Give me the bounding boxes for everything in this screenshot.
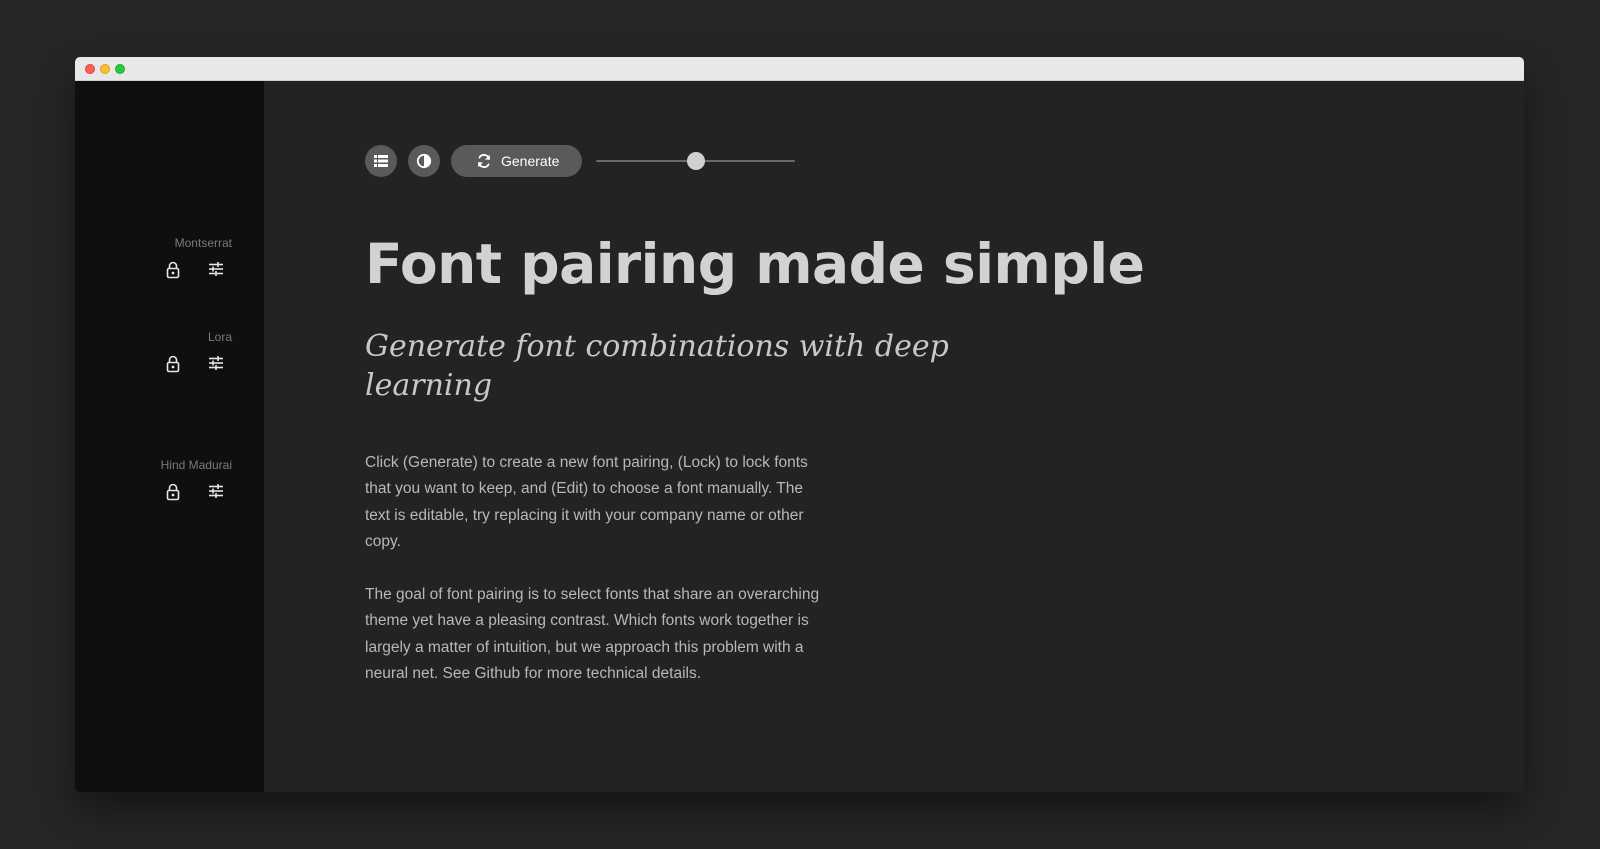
- preview-area: Generate Font pairing made simple Genera…: [264, 81, 1524, 792]
- tune-icon[interactable]: [208, 355, 226, 373]
- minimize-window-button[interactable]: [100, 64, 110, 74]
- font-entry-subheading: Lora: [75, 330, 232, 373]
- contrast-icon: [416, 153, 432, 169]
- page-heading[interactable]: Font pairing made simple: [365, 231, 1145, 297]
- lock-icon[interactable]: [165, 261, 183, 279]
- font-name-label: Montserrat: [174, 236, 232, 250]
- tune-icon[interactable]: [208, 261, 226, 279]
- font-name-label: Hind Madurai: [160, 458, 232, 472]
- close-window-button[interactable]: [85, 64, 95, 74]
- refresh-icon: [478, 154, 490, 168]
- slider-thumb[interactable]: [686, 152, 705, 170]
- lock-icon[interactable]: [165, 483, 183, 501]
- lock-icon[interactable]: [165, 355, 183, 373]
- font-entry-actions: [165, 355, 235, 375]
- theme-toggle-button[interactable]: [408, 145, 440, 177]
- font-sidebar: Montserrat Lora Hind Madurai: [75, 81, 264, 792]
- body-paragraph[interactable]: Click (Generate) to create a new font pa…: [365, 450, 825, 555]
- font-entry-body: Hind Madurai: [75, 458, 232, 501]
- body-paragraph[interactable]: The goal of font pairing is to select fo…: [365, 582, 825, 687]
- list-view-button[interactable]: [365, 145, 397, 177]
- window-titlebar: [75, 57, 1524, 81]
- app-window: Montserrat Lora Hind Madurai Generate Fo…: [75, 57, 1524, 792]
- generate-button-label: Generate: [501, 153, 560, 169]
- maximize-window-button[interactable]: [115, 64, 125, 74]
- font-name-label: Lora: [207, 330, 232, 344]
- font-entry-actions: [165, 483, 235, 503]
- tune-icon[interactable]: [208, 483, 226, 501]
- page-subheading[interactable]: Generate font combinations with deep lea…: [365, 327, 975, 405]
- list-icon: [374, 155, 388, 167]
- font-size-slider[interactable]: [596, 151, 795, 171]
- font-entry-heading: Montserrat: [75, 236, 232, 279]
- generate-button[interactable]: Generate: [451, 145, 582, 177]
- font-entry-actions: [165, 261, 235, 281]
